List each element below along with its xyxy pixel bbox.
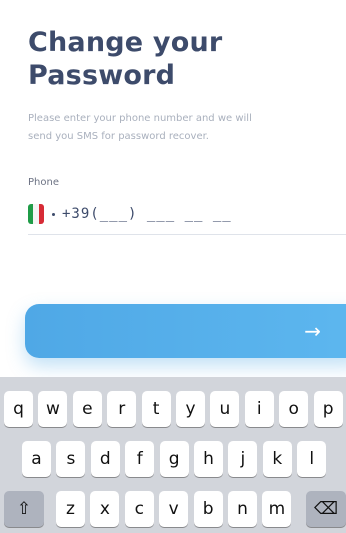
key-u[interactable]: u bbox=[210, 391, 240, 427]
key-y[interactable]: y bbox=[176, 391, 205, 427]
key-s[interactable]: s bbox=[56, 441, 86, 477]
instructions-line-1: Please enter your phone number and we wi… bbox=[28, 113, 252, 124]
submit-button[interactable]: → bbox=[25, 304, 346, 358]
key-e[interactable]: e bbox=[72, 391, 102, 427]
phone-field-underline bbox=[28, 234, 346, 235]
key-q[interactable]: q bbox=[4, 391, 33, 427]
key-x[interactable]: x bbox=[90, 491, 120, 527]
key-z[interactable]: z bbox=[56, 491, 85, 527]
title-line-1: Change your bbox=[28, 27, 223, 58]
key-h[interactable]: h bbox=[194, 441, 223, 477]
italy-flag-icon[interactable] bbox=[28, 204, 44, 224]
key-v[interactable]: v bbox=[159, 491, 189, 527]
key-t[interactable]: t bbox=[141, 391, 171, 427]
key-f[interactable]: f bbox=[125, 441, 155, 477]
key-m[interactable]: m bbox=[262, 491, 292, 527]
instructions-line-2: send you SMS for password recover. bbox=[28, 131, 209, 142]
page-title: Change your Password bbox=[28, 26, 222, 92]
key-k[interactable]: k bbox=[262, 441, 292, 477]
key-l[interactable]: l bbox=[297, 441, 327, 477]
key-w[interactable]: w bbox=[38, 391, 68, 427]
key-j[interactable]: j bbox=[228, 441, 258, 477]
phone-field[interactable]: +39(___) ___ __ __ bbox=[28, 200, 346, 228]
country-separator-dot bbox=[52, 212, 55, 216]
key-n[interactable]: n bbox=[228, 491, 257, 527]
instructions-text: Please enter your phone number and we wi… bbox=[28, 110, 328, 146]
key-r[interactable]: r bbox=[107, 391, 137, 427]
key-c[interactable]: c bbox=[124, 491, 154, 527]
key-o[interactable]: o bbox=[279, 391, 309, 427]
key-i[interactable]: i bbox=[244, 391, 274, 427]
key-d[interactable]: d bbox=[90, 441, 120, 477]
delete-key[interactable]: ⌫ bbox=[306, 491, 346, 527]
right-arrow-icon: → bbox=[304, 319, 321, 343]
change-password-screen: Change your Password Please enter your p… bbox=[0, 0, 346, 533]
title-line-2: Password bbox=[28, 60, 176, 91]
phone-label: Phone bbox=[28, 177, 59, 188]
phone-input[interactable]: +39(___) ___ __ __ bbox=[62, 206, 232, 222]
shift-key[interactable]: ⇧ bbox=[4, 491, 44, 527]
key-b[interactable]: b bbox=[193, 491, 223, 527]
key-a[interactable]: a bbox=[22, 441, 51, 477]
key-g[interactable]: g bbox=[159, 441, 189, 477]
key-p[interactable]: p bbox=[313, 391, 343, 427]
on-screen-keyboard: q w e r t y u i o p a s d f g h j k l ⇧ z x c v b n m ⌫ bbox=[0, 377, 346, 533]
